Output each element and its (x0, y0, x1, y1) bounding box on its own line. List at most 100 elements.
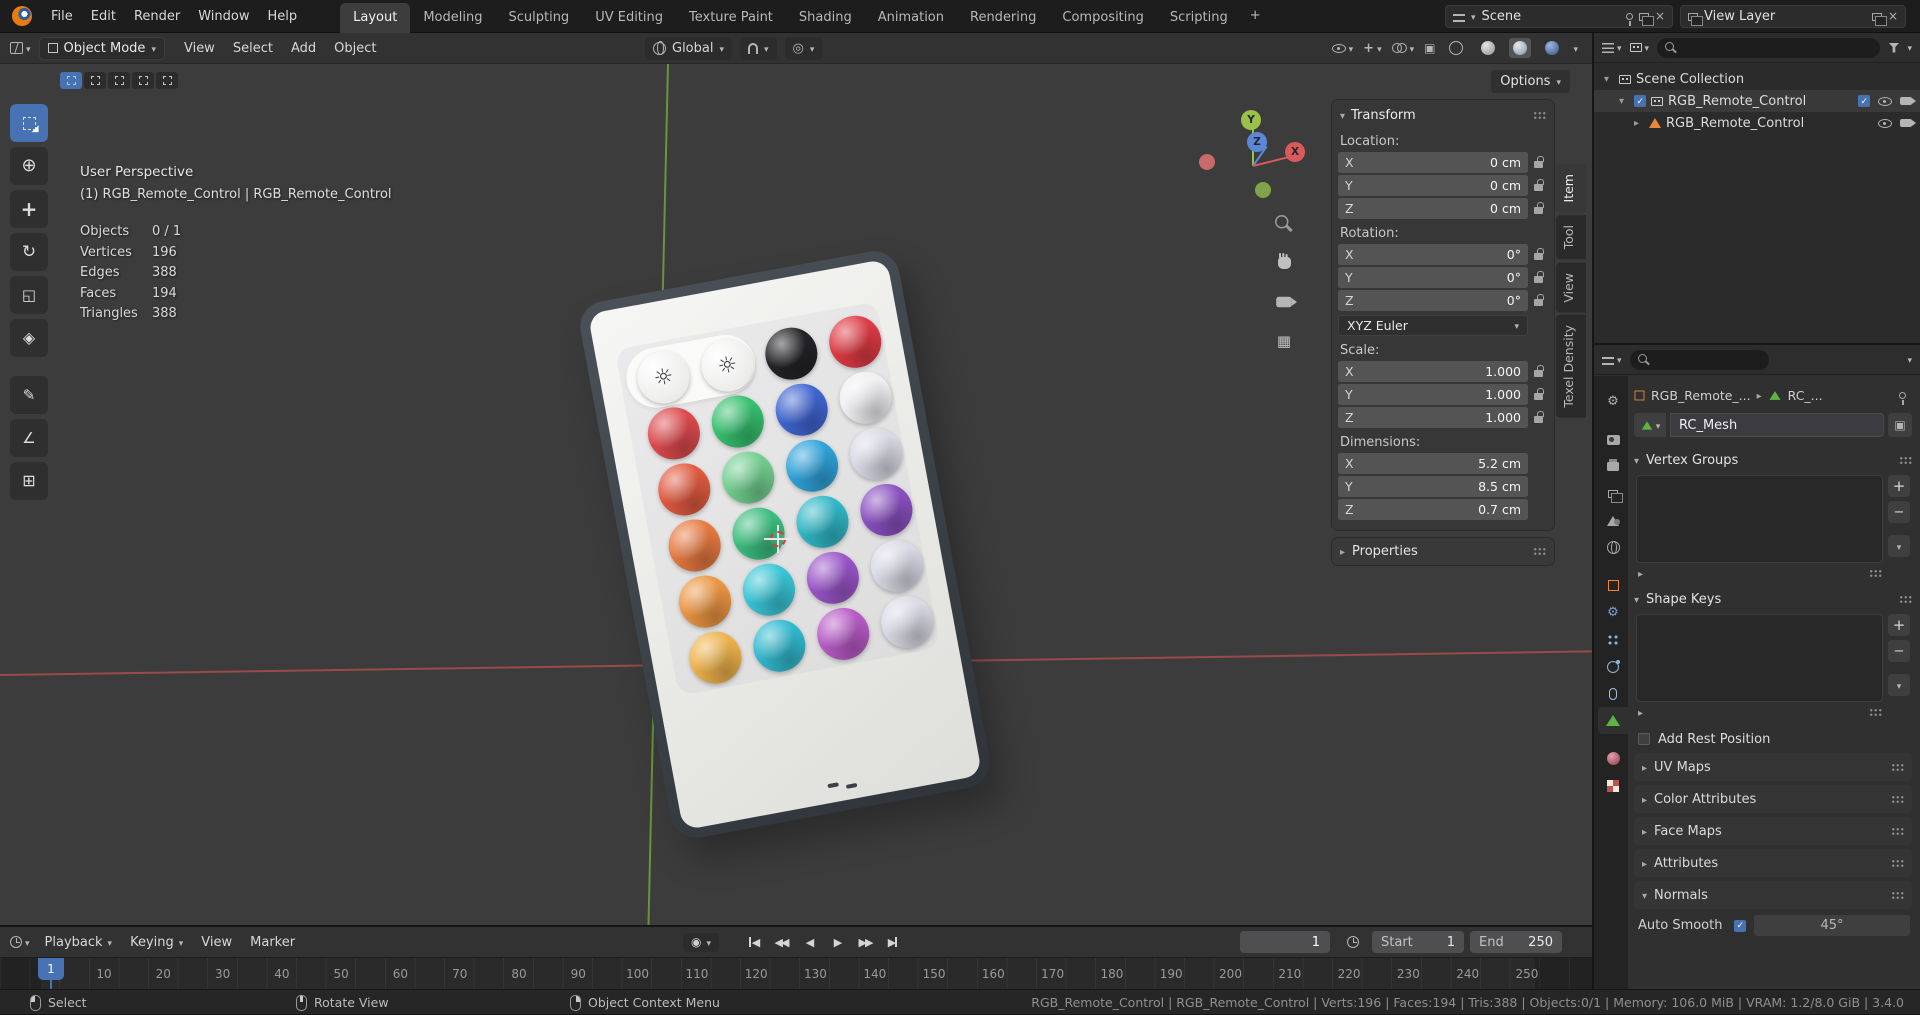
shape-keys-panel-header[interactable]: Shape Keys (1634, 586, 1912, 612)
close-icon[interactable] (1655, 10, 1665, 23)
properties-subpanel[interactable]: Properties (1332, 538, 1554, 565)
workspace-tab-texture-paint[interactable]: Texture Paint (676, 3, 786, 33)
properties-tab-constraints[interactable] (1598, 680, 1628, 707)
play-button[interactable]: ▶ (826, 932, 848, 952)
chevron-down-icon[interactable] (1907, 41, 1912, 54)
orientation-dropdown[interactable]: Global (645, 36, 733, 60)
collection-checkbox[interactable] (1634, 95, 1646, 107)
eye-icon[interactable] (1878, 96, 1892, 106)
dimensions-z-field[interactable]: Z 0.7 cm (1338, 499, 1528, 520)
shading-rendered-button[interactable] (1541, 38, 1563, 58)
vertex-group-specials-button[interactable] (1888, 535, 1910, 557)
viewport-menu-add[interactable]: Add (282, 37, 325, 60)
tool-annotate[interactable] (10, 376, 48, 414)
zoom-button[interactable] (1272, 212, 1296, 236)
camera-icon[interactable] (1900, 97, 1916, 105)
object-visibility-dropdown[interactable] (1331, 42, 1354, 55)
location-z-field[interactable]: Z 0 cm (1338, 198, 1528, 219)
panel-uv-maps[interactable]: UV Maps (1634, 753, 1912, 781)
location-z-lock[interactable] (1528, 202, 1548, 214)
current-frame-field[interactable]: 1 (1240, 931, 1330, 953)
chevron-down-icon[interactable] (1907, 353, 1912, 366)
workspace-tab-modeling[interactable]: Modeling (410, 3, 495, 33)
outliner-row[interactable]: ▾ RGB_Remote_Control (1594, 90, 1920, 112)
remove-shape-key-button[interactable] (1888, 640, 1910, 662)
outliner-row[interactable]: ▸ RGB_Remote_Control (1594, 112, 1920, 134)
location-y-field[interactable]: Y 0 cm (1338, 175, 1528, 196)
filter-expand-icon[interactable] (1638, 706, 1643, 719)
rotation-y-lock[interactable] (1528, 271, 1548, 283)
workspace-tab-sculpting[interactable]: Sculpting (495, 3, 582, 33)
collapse-icon[interactable]: ▾ (1619, 96, 1629, 107)
editor-type-button[interactable] (1602, 41, 1622, 54)
shape-key-specials-button[interactable] (1888, 674, 1910, 696)
gizmo-y-neg-ball[interactable] (1255, 182, 1271, 198)
show-gizmos-toggle[interactable] (1363, 42, 1381, 55)
tool-cursor[interactable] (10, 147, 48, 185)
panel-attributes[interactable]: Attributes (1634, 849, 1912, 877)
workspace-tab-shading[interactable]: Shading (786, 3, 865, 33)
rotation-x-lock[interactable] (1528, 248, 1548, 260)
end-frame-field[interactable]: End 250 (1470, 931, 1562, 953)
camera-icon[interactable] (1900, 119, 1916, 127)
location-x-lock[interactable] (1528, 156, 1548, 168)
remove-view-layer-icon[interactable] (1888, 10, 1898, 23)
tool-transform[interactable] (10, 319, 48, 357)
scale-z-lock[interactable] (1528, 411, 1548, 423)
tool-tweak-select[interactable] (10, 104, 48, 142)
properties-tab-world[interactable] (1598, 534, 1628, 561)
scale-x-lock[interactable] (1528, 365, 1548, 377)
properties-tab-view-layer[interactable] (1598, 480, 1628, 507)
n-panel-tab-item[interactable]: Item (1556, 164, 1586, 213)
selectable-checkbox[interactable] (1858, 95, 1870, 107)
properties-tab-object[interactable] (1598, 572, 1628, 599)
auto-smooth-angle-field[interactable]: 45° (1754, 915, 1910, 936)
vertex-groups-panel-header[interactable]: Vertex Groups (1634, 447, 1912, 473)
gizmo-x-ball[interactable]: X (1285, 142, 1305, 162)
properties-tab-physics[interactable] (1598, 653, 1628, 680)
resize-grip-icon[interactable] (1869, 708, 1882, 717)
panel-color-attributes[interactable]: Color Attributes (1634, 785, 1912, 813)
scale-y-field[interactable]: Y 1.000 (1338, 384, 1528, 405)
n-panel-tab-texel-density[interactable]: Texel Density (1556, 315, 1586, 419)
workspace-tab-uv-editing[interactable]: UV Editing (582, 3, 676, 33)
playhead[interactable]: 1 (38, 958, 64, 980)
start-frame-field[interactable]: Start 1 (1372, 931, 1464, 953)
editor-type-button[interactable] (10, 42, 31, 55)
properties-tab-texture[interactable] (1598, 772, 1628, 799)
timeline-menu-playback[interactable]: Playback (36, 931, 122, 954)
select-mode-new[interactable] (60, 72, 82, 89)
properties-tab-data[interactable] (1598, 707, 1628, 734)
location-x-field[interactable]: X 0 cm (1338, 152, 1528, 173)
expand-icon[interactable]: ▸ (1634, 118, 1644, 129)
jump-to-start-button[interactable]: ◀ (742, 932, 764, 952)
gizmo-x-neg-ball[interactable] (1199, 154, 1215, 170)
navigation-gizmo[interactable]: Y Z X (1197, 110, 1309, 222)
shading-wireframe-button[interactable] (1445, 38, 1467, 58)
jump-to-end-button[interactable]: ▶ (882, 932, 904, 952)
select-mode-extend[interactable] (84, 72, 106, 89)
shading-dropdown-icon[interactable] (1573, 42, 1578, 55)
properties-tab-material[interactable] (1598, 745, 1628, 772)
n-panel-tab-view[interactable]: View (1556, 262, 1586, 313)
breadcrumb-data[interactable]: RC_... (1788, 388, 1823, 403)
select-mode-invert[interactable] (132, 72, 154, 89)
viewport-menu-object[interactable]: Object (325, 37, 385, 60)
workspace-tab-animation[interactable]: Animation (865, 3, 957, 33)
next-keyframe-button[interactable]: ▶▶ (854, 932, 876, 952)
menu-window[interactable]: Window (189, 5, 258, 28)
workspace-tab-scripting[interactable]: Scripting (1157, 3, 1241, 33)
auto-smooth-checkbox[interactable] (1734, 919, 1746, 932)
add-workspace-button[interactable]: + (1241, 1, 1270, 31)
mesh-name-field[interactable]: RC_Mesh (1670, 413, 1884, 437)
shading-material-button[interactable] (1509, 38, 1532, 58)
shading-solid-button[interactable] (1477, 38, 1499, 58)
workspace-tab-rendering[interactable]: Rendering (957, 3, 1049, 33)
select-mode-subtract[interactable] (108, 72, 130, 89)
tool-move[interactable] (10, 190, 48, 228)
shape-keys-list[interactable] (1636, 614, 1883, 702)
select-mode-intersect[interactable] (156, 72, 178, 89)
view-layer-selector[interactable]: View Layer (1680, 5, 1906, 28)
toggle-ortho-button[interactable] (1272, 329, 1296, 353)
proportional-editing-controls[interactable] (784, 36, 823, 60)
